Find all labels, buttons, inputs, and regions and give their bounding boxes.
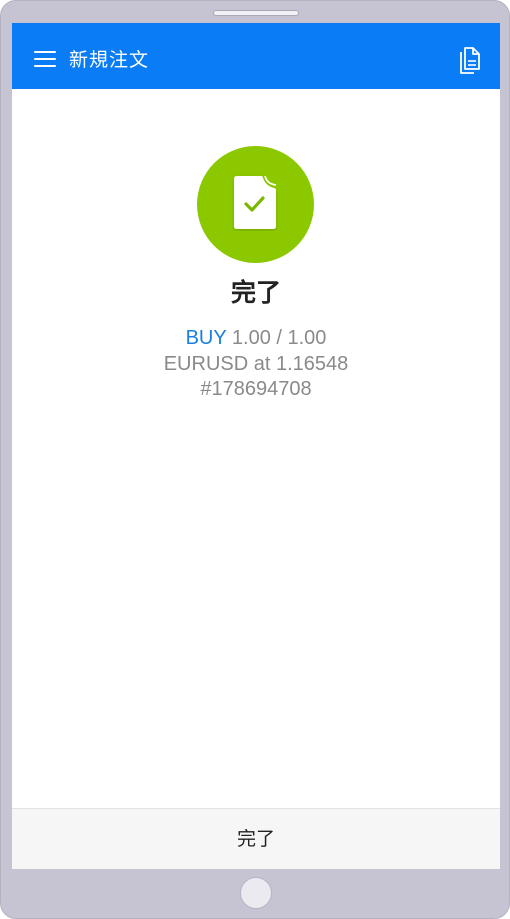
order-volume: 1.00 / 1.00	[231, 327, 327, 349]
page-title: 新規注文	[69, 49, 150, 71]
done-button[interactable]: 完了	[12, 809, 500, 869]
document-check-icon	[232, 173, 278, 231]
result-title: 完了	[230, 278, 281, 307]
home-button[interactable]	[240, 877, 272, 909]
order-details: BUY 1.00 / 1.00 EURUSD at 1.16548 #17869…	[12, 326, 500, 403]
order-symbol-price: EURUSD at 1.16548	[163, 352, 349, 375]
app-screen: 新規注文 完了 BUY 1.00 / 1.00 EURUSD at 1.1654…	[12, 23, 500, 869]
phone-speaker	[213, 10, 299, 16]
order-side: BUY	[185, 327, 227, 349]
documents-icon[interactable]	[456, 46, 482, 74]
phone-frame: 新規注文 完了 BUY 1.00 / 1.00 EURUSD at 1.1654…	[0, 0, 510, 919]
bottom-bar: 完了	[12, 808, 500, 869]
app-bar: 新規注文	[12, 23, 500, 89]
hamburger-menu-icon[interactable]	[34, 51, 56, 68]
order-ticket: #178694708	[200, 378, 312, 400]
order-side-volume: BUY 1.00 / 1.00	[12, 326, 500, 352]
